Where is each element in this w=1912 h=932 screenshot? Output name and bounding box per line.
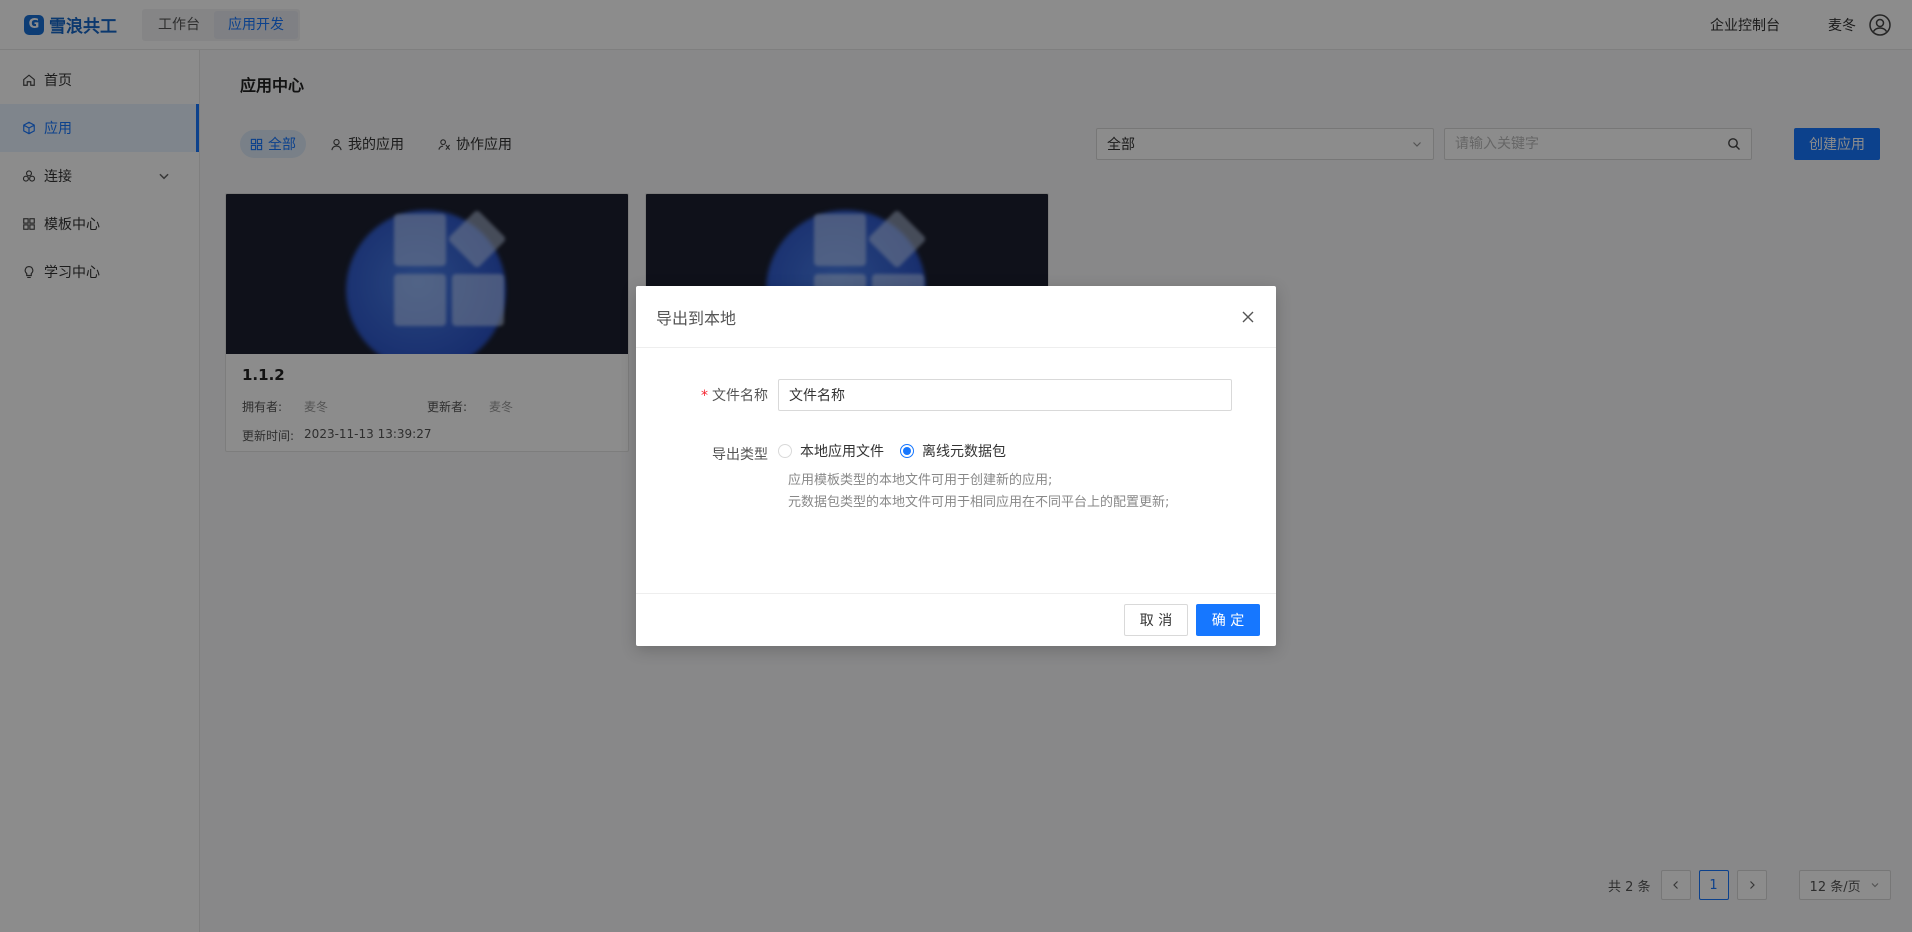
export-type-radio-group: 本地应用文件 离线元数据包 bbox=[778, 438, 1022, 464]
radio-local-app-file[interactable]: 本地应用文件 bbox=[778, 441, 884, 461]
modal-title: 导出到本地 bbox=[656, 308, 737, 328]
close-icon[interactable] bbox=[1240, 309, 1256, 325]
hint-text: 应用模板类型的本地文件可用于创建新的应用; 元数据包类型的本地文件可用于相同应用… bbox=[788, 470, 1169, 514]
export-type-row: 导出类型 本地应用文件 离线元数据包 bbox=[636, 438, 1276, 464]
hint-line-1: 应用模板类型的本地文件可用于创建新的应用; bbox=[788, 473, 1053, 488]
radio-label: 本地应用文件 bbox=[800, 444, 884, 460]
cancel-button[interactable]: 取 消 bbox=[1124, 604, 1188, 636]
radio-offline-metadata[interactable]: 离线元数据包 bbox=[900, 441, 1006, 461]
file-name-row: * 文件名称 bbox=[636, 379, 1276, 411]
modal-footer: 取 消 确 定 bbox=[636, 593, 1276, 646]
radio-circle bbox=[778, 444, 792, 458]
radio-label: 离线元数据包 bbox=[922, 444, 1006, 460]
required-mark: * bbox=[701, 388, 708, 404]
export-type-label: 导出类型 bbox=[712, 447, 768, 463]
radio-circle-checked bbox=[900, 444, 914, 458]
file-name-label-wrap: * 文件名称 bbox=[636, 385, 778, 405]
file-name-input[interactable] bbox=[778, 379, 1232, 411]
app-root: G 雪浪共工 工作台 应用开发 企业控制台 麦冬 首页 应用 连接 模板中心 学… bbox=[0, 0, 1912, 932]
hint-line-2: 元数据包类型的本地文件可用于相同应用在不同平台上的配置更新; bbox=[788, 495, 1170, 510]
modal-header: 导出到本地 bbox=[636, 286, 1276, 348]
file-name-label: 文件名称 bbox=[712, 388, 768, 404]
export-modal: 导出到本地 *文件名称 导出类型 本地应用文件 离线元数据包 bbox=[636, 286, 1276, 646]
confirm-button[interactable]: 确 定 bbox=[1196, 604, 1260, 636]
